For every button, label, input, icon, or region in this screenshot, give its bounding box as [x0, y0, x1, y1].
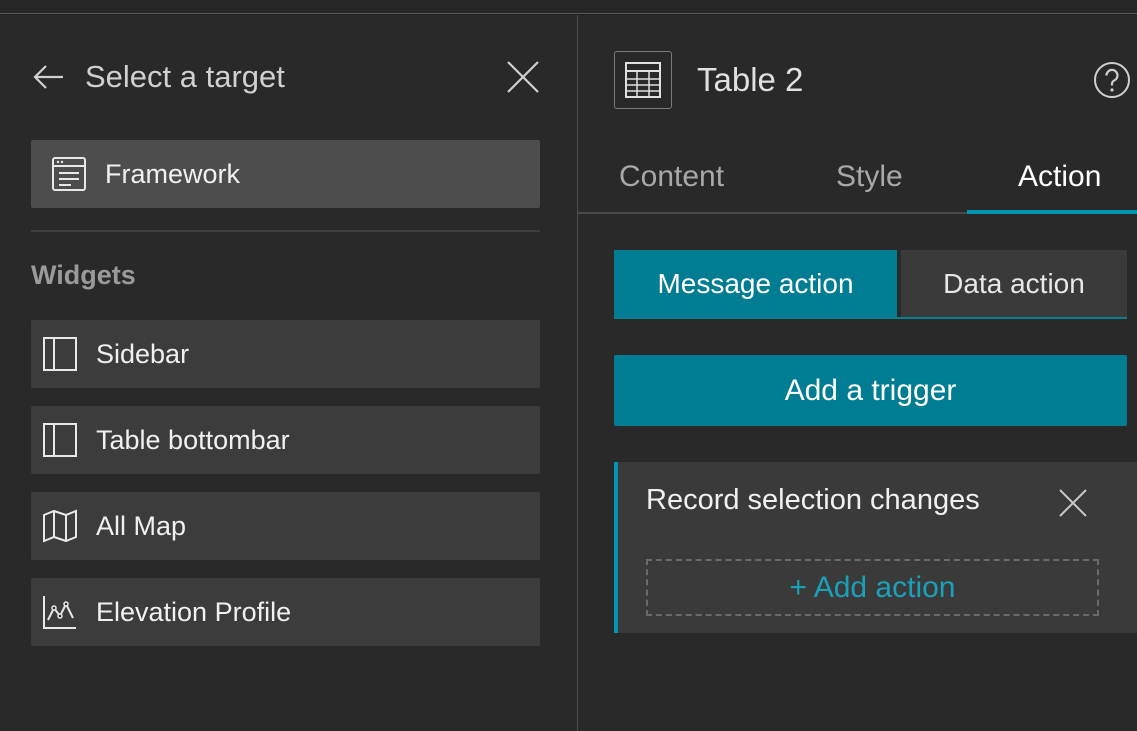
- back-arrow-icon[interactable]: [31, 60, 65, 94]
- framework-icon: [50, 155, 88, 193]
- select-target-panel: Select a target Framework Widgets Sideba…: [0, 15, 577, 731]
- divider: [31, 230, 540, 232]
- widget-label: Table bottombar: [96, 424, 290, 455]
- sidebar-layout-icon: [41, 335, 79, 373]
- tab-content[interactable]: Content: [619, 160, 724, 194]
- sidebar-layout-icon: [41, 421, 79, 459]
- map-icon: [41, 507, 79, 545]
- remove-trigger-close-icon[interactable]: [1054, 484, 1092, 522]
- target-item-sidebar[interactable]: Sidebar: [31, 320, 540, 388]
- table-icon: [614, 51, 672, 109]
- widgets-section-label: Widgets: [31, 260, 136, 290]
- tab-action[interactable]: Action: [1018, 160, 1101, 194]
- add-trigger-button[interactable]: Add a trigger: [614, 355, 1127, 426]
- action-type-toggle: Message action Data action: [614, 250, 1127, 319]
- target-item-framework[interactable]: Framework: [31, 140, 540, 208]
- widget-label: Sidebar: [96, 338, 190, 369]
- panel-title: Select a target: [85, 59, 285, 94]
- trigger-card: Record selection changes + Add action: [614, 462, 1137, 633]
- elevation-profile-icon: [41, 593, 79, 631]
- target-item-table-bottombar[interactable]: Table bottombar: [31, 406, 540, 474]
- top-bar: [0, 0, 1137, 14]
- settings-panel: Table 2 Content Style Action Message act…: [578, 15, 1137, 731]
- close-icon[interactable]: [505, 59, 541, 95]
- select-target-header: Select a target: [31, 55, 541, 99]
- widget-label: All Map: [96, 510, 187, 541]
- add-action-button[interactable]: + Add action: [646, 559, 1099, 616]
- tab-style[interactable]: Style: [836, 160, 903, 194]
- target-item-all-map[interactable]: All Map: [31, 492, 540, 560]
- trigger-name: Record selection changes: [646, 484, 980, 516]
- widget-title: Table 2: [697, 61, 804, 98]
- active-tab-indicator: [967, 210, 1137, 214]
- data-action-button[interactable]: Data action: [901, 250, 1127, 317]
- message-action-button[interactable]: Message action: [614, 250, 897, 317]
- settings-tabs: Content Style Action: [578, 150, 1137, 214]
- framework-label: Framework: [105, 158, 241, 189]
- settings-header: Table 2: [614, 50, 1134, 110]
- target-item-elevation-profile[interactable]: Elevation Profile: [31, 578, 540, 646]
- widget-label: Elevation Profile: [96, 596, 292, 627]
- help-icon[interactable]: [1090, 58, 1134, 102]
